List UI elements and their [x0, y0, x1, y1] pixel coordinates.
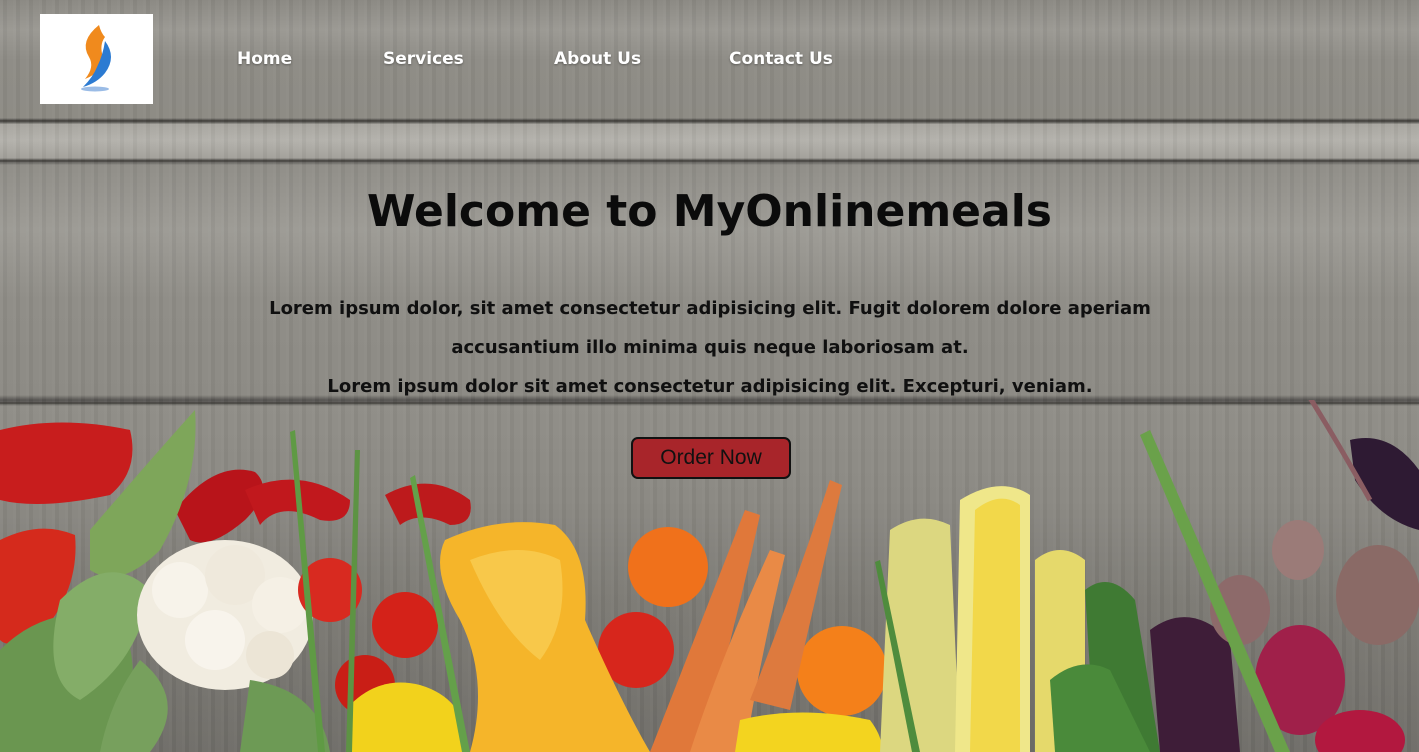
plank-divider	[0, 160, 1419, 162]
plank-divider	[0, 120, 1419, 122]
nav-home-link[interactable]: Home	[237, 49, 292, 69]
hero-line: accusantium illo minima quis neque labor…	[451, 337, 969, 358]
hero-description: Lorem ipsum dolor, sit amet consectetur …	[230, 289, 1190, 406]
flame-logo-icon	[80, 25, 111, 92]
hero-title: Welcome to MyOnlinemeals	[367, 186, 1052, 237]
nav-about-us-link[interactable]: About Us	[554, 49, 641, 69]
site-header: Home Services About Us Contact Us	[0, 0, 1419, 120]
logo[interactable]	[40, 14, 153, 104]
nav-services-link[interactable]: Services	[383, 49, 464, 69]
hero-line: Lorem ipsum dolor, sit amet consectetur …	[269, 298, 1151, 319]
hero-line: Lorem ipsum dolor sit amet consectetur a…	[327, 376, 1093, 397]
nav-contact-us-link[interactable]: Contact Us	[729, 49, 833, 69]
order-now-button[interactable]: Order Now	[631, 437, 791, 479]
